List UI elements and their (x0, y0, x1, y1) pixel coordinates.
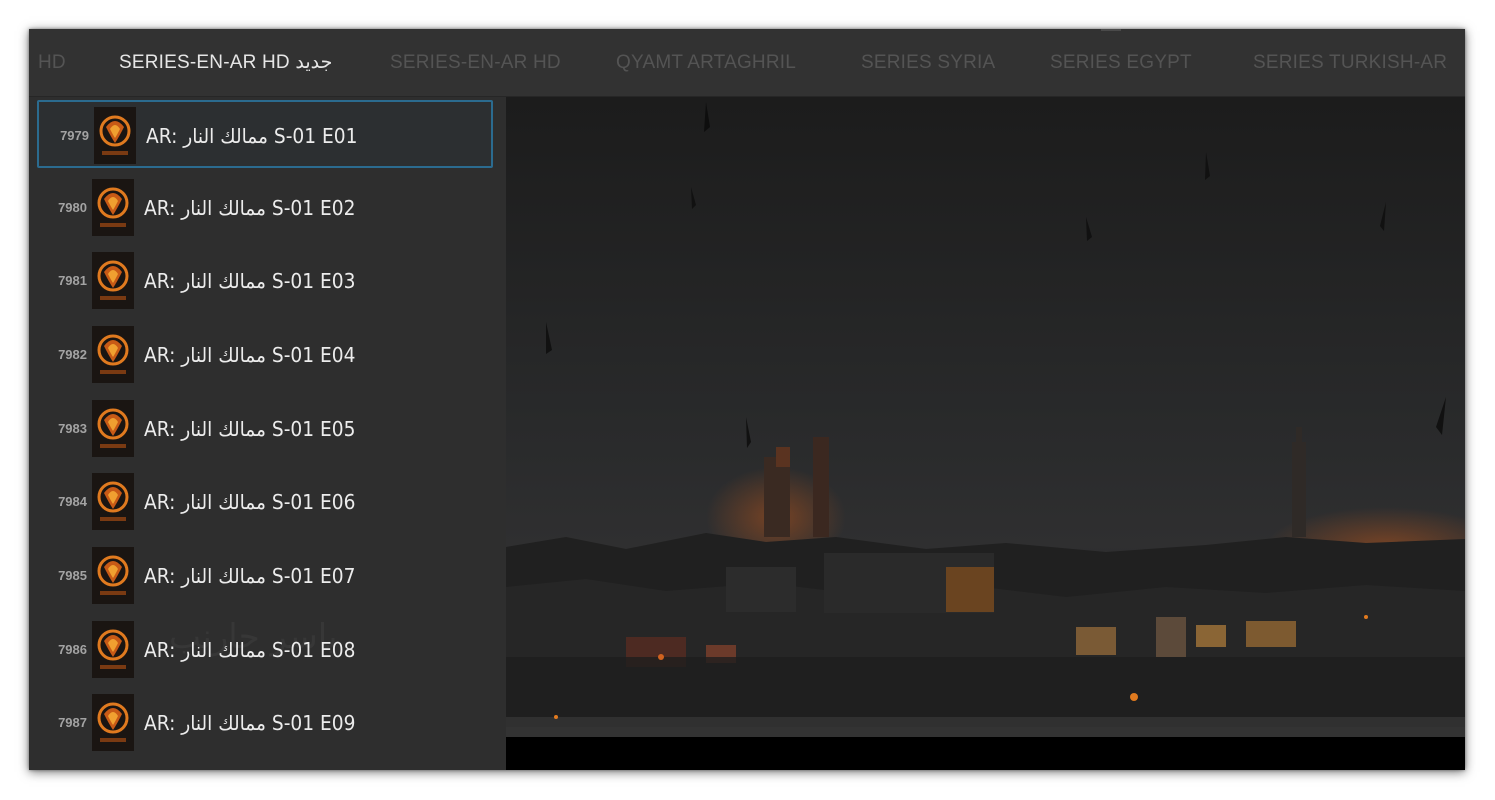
series-poster-icon (94, 107, 136, 164)
tab-series-en-ar-hd[interactable]: SERIES-EN-AR HD (390, 29, 561, 96)
series-poster-icon (92, 473, 134, 530)
episode-number: 7979 (60, 128, 89, 143)
list-item[interactable]: 7979 AR: ممالك النار S-01 E01 (37, 100, 493, 168)
episode-title: AR: ممالك النار S-01 E09 (144, 711, 356, 735)
episode-title: AR: ممالك النار S-01 E02 (144, 196, 356, 220)
series-poster-icon (92, 252, 134, 309)
list-item[interactable]: 7987 AR: ممالك النار S-01 E09 (37, 689, 493, 757)
series-poster-icon (92, 621, 134, 678)
episode-title: AR: ممالك النار S-01 E03 (144, 269, 356, 293)
episode-title: AR: ممالك النار S-01 E01 (146, 124, 358, 148)
list-item[interactable]: 7980 AR: ممالك النار S-01 E02 (37, 174, 493, 242)
episode-title: AR: ممالك النار S-01 E06 (144, 490, 356, 514)
episode-number: 7986 (58, 642, 87, 657)
series-poster-icon (92, 694, 134, 751)
episode-number: 7985 (58, 568, 87, 583)
episode-number: 7980 (58, 200, 87, 215)
list-item[interactable]: 7981 AR: ممالك النار S-01 E03 (37, 247, 493, 315)
episode-title: AR: ممالك النار S-01 E05 (144, 417, 356, 441)
episode-title: AR: ممالك النار S-01 E07 (144, 564, 356, 588)
episode-number: 7984 (58, 494, 87, 509)
app-window: HD SERIES-EN-AR HD جديد SERIES-EN-AR HD … (29, 29, 1465, 770)
episode-number: 7981 (58, 273, 87, 288)
series-poster-icon (92, 400, 134, 457)
episode-list[interactable]: ياسر جارنب 7979 AR: ممالك النار S-01 E01… (29, 97, 506, 770)
episode-number: 7983 (58, 421, 87, 436)
episode-title: AR: ممالك النار S-01 E08 (144, 638, 356, 662)
tab-series-turkish-ar[interactable]: SERIES TURKISH-AR (1253, 29, 1447, 96)
series-poster-icon (92, 179, 134, 236)
tab-series-en-ar-hd-new[interactable]: SERIES-EN-AR HD جديد (119, 29, 332, 96)
list-item[interactable]: 7985 AR: ممالك النار S-01 E07 (37, 542, 493, 610)
list-item[interactable]: 7986 AR: ممالك النار S-01 E08 (37, 616, 493, 684)
list-item[interactable]: 7982 AR: ممالك النار S-01 E04 (37, 321, 493, 389)
list-item[interactable]: 7984 AR: ممالك النار S-01 E06 (37, 468, 493, 536)
category-tab-bar: HD SERIES-EN-AR HD جديد SERIES-EN-AR HD … (29, 29, 1465, 97)
tab-series-syria[interactable]: SERIES SYRIA (861, 29, 995, 96)
video-preview[interactable] (506, 97, 1465, 770)
list-item[interactable]: 7983 AR: ممالك النار S-01 E05 (37, 395, 493, 463)
tab-scroll-indicator (1101, 29, 1121, 31)
episode-number: 7987 (58, 715, 87, 730)
video-frame-scene (506, 97, 1465, 770)
series-poster-icon (92, 547, 134, 604)
series-poster-icon (92, 326, 134, 383)
episode-title: AR: ممالك النار S-01 E04 (144, 343, 356, 367)
tab-hd[interactable]: HD (38, 29, 66, 96)
episode-number: 7982 (58, 347, 87, 362)
tab-qyamt-artaghril[interactable]: QYAMT ARTAGHRIL (616, 29, 796, 96)
tab-series-egypt[interactable]: SERIES EGYPT (1050, 29, 1192, 96)
